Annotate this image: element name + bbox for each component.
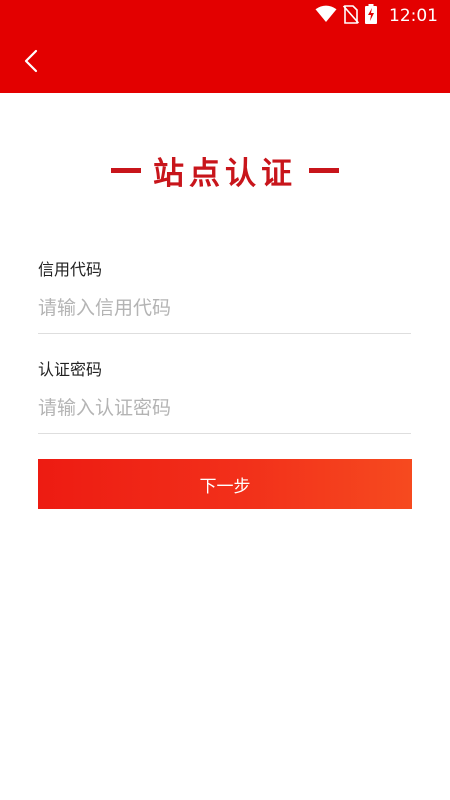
- wifi-icon: [315, 5, 337, 27]
- no-sim-icon: [342, 4, 360, 28]
- battery-charging-icon: [365, 4, 377, 28]
- title-right-dash: [309, 167, 339, 173]
- credit-code-label: 信用代码: [38, 260, 103, 279]
- auth-password-divider: [38, 433, 411, 434]
- next-button-label: 下一步: [199, 476, 251, 497]
- status-icons: 12:01: [315, 0, 438, 32]
- back-button[interactable]: [14, 46, 48, 80]
- status-bar: 12:01: [0, 0, 450, 32]
- app-bar: [0, 32, 450, 93]
- page-title-block: 站点认证: [0, 148, 450, 192]
- title-left-dash: [111, 167, 141, 173]
- credit-code-input[interactable]: [38, 288, 411, 328]
- auth-password-label: 认证密码: [38, 360, 103, 379]
- credit-code-divider: [38, 333, 411, 334]
- auth-screen: 12:01 站点认证 信用代码 认证密码 下一步: [0, 0, 450, 800]
- page-title: 站点认证: [153, 155, 297, 192]
- next-button[interactable]: 下一步: [38, 459, 412, 509]
- chevron-left-icon: [24, 49, 38, 77]
- auth-password-input[interactable]: [38, 388, 411, 428]
- status-time: 12:01: [389, 6, 438, 26]
